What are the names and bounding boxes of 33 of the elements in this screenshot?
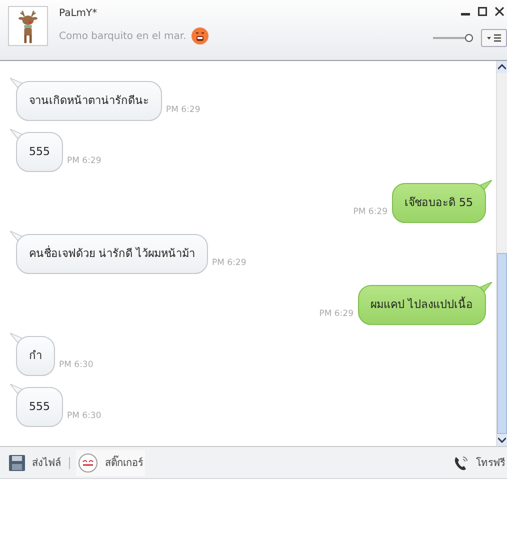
message-bubble: 555 bbox=[16, 132, 63, 172]
message-bubble: 555 bbox=[16, 387, 63, 427]
message-bubble: เจ๊ชอบอะดิ 55 bbox=[392, 183, 486, 223]
close-icon bbox=[495, 7, 504, 16]
message-bubble: จานเกิดหน้าตาน่ารักดีนะ bbox=[16, 81, 162, 121]
message-bubble: คนชื่อเจฟด้วย น่ารักดี ไว้ผมหน้าม้า bbox=[16, 234, 208, 274]
menu-button[interactable] bbox=[481, 29, 507, 47]
message-time: PM 6:30 bbox=[67, 411, 102, 423]
scroll-down-arrow[interactable] bbox=[497, 434, 507, 446]
message-bubble: กำ bbox=[16, 336, 55, 376]
crying-face-icon bbox=[191, 27, 210, 45]
message-time: PM 6:29 bbox=[166, 105, 200, 117]
volume-slider[interactable] bbox=[433, 34, 473, 42]
message-time: PM 6:29 bbox=[212, 258, 246, 270]
status-message: Como barquito en el mar. bbox=[59, 30, 186, 42]
phone-icon bbox=[453, 454, 469, 470]
send-file-button[interactable]: ส่งไฟล์ bbox=[7, 454, 63, 470]
message-time: PM 6:29 bbox=[67, 156, 102, 168]
message-time: PM 6:30 bbox=[59, 360, 94, 372]
message-bubble: ผมแคป ไปลงแปปเนื้อ bbox=[358, 285, 486, 325]
free-call-button[interactable]: โทรฟรี bbox=[451, 454, 507, 470]
maximize-button[interactable] bbox=[477, 6, 488, 17]
maximize-icon bbox=[478, 7, 487, 16]
message-time: PM 6:29 bbox=[319, 309, 354, 321]
scrollbar[interactable] bbox=[496, 61, 507, 446]
sticker-button[interactable]: สติ๊กเกอร์ bbox=[76, 450, 145, 476]
menu-icon bbox=[486, 33, 502, 43]
sticker-face-icon bbox=[78, 452, 98, 472]
scroll-up-arrow[interactable] bbox=[497, 61, 507, 73]
scroll-thumb[interactable] bbox=[497, 253, 507, 434]
contact-name: PaLmY* bbox=[59, 8, 98, 19]
close-button[interactable] bbox=[494, 6, 505, 17]
message-time: PM 6:29 bbox=[353, 207, 388, 219]
